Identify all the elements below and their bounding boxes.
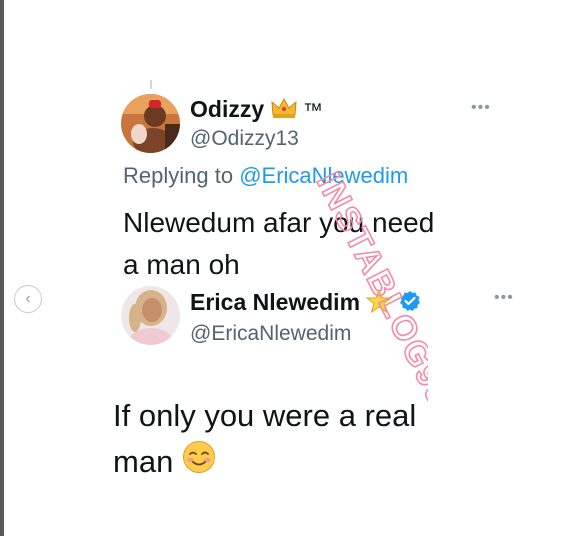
- more-options-icon[interactable]: •••: [494, 289, 514, 307]
- carousel-prev-button[interactable]: ‹: [14, 285, 42, 313]
- handle[interactable]: @Odizzy13: [190, 127, 299, 151]
- star-emoji-icon: [365, 288, 393, 319]
- avatar-erica[interactable]: [121, 286, 180, 345]
- mention-link[interactable]: @EricaNlewedim: [239, 163, 408, 188]
- tweet-text: Nlewedum afar you need a man oh: [123, 207, 435, 280]
- crown-emoji-icon: [270, 97, 297, 125]
- viewer-left-edge: [0, 0, 4, 536]
- verified-badge-icon: [399, 290, 421, 318]
- thread-connector-line: [150, 80, 152, 89]
- more-options-icon[interactable]: •••: [471, 99, 491, 117]
- smiling-emoji-icon: [182, 440, 216, 487]
- avatar-odizzy[interactable]: [121, 94, 180, 153]
- handle[interactable]: @EricaNlewedim: [190, 322, 351, 346]
- replying-to: Replying to @EricaNlewedim: [123, 163, 409, 188]
- display-name[interactable]: Odizzy ™: [190, 96, 323, 125]
- display-name[interactable]: Erica Nlewedim: [190, 288, 421, 319]
- tweet-text: If only you were a real man: [113, 393, 416, 487]
- chevron-left-icon: ‹: [25, 290, 31, 307]
